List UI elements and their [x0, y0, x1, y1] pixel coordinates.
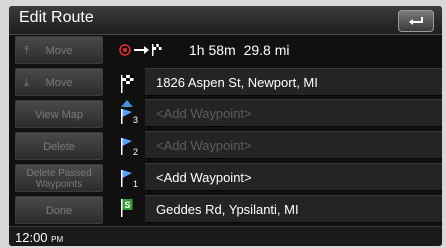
route-duration: 1h 58m	[189, 42, 236, 58]
route-row-waypoint-1[interactable]: <Add Waypoint>	[145, 163, 442, 191]
done-button[interactable]: Done	[15, 196, 103, 224]
destination-address: 1826 Aspen St, Newport, MI	[156, 75, 318, 90]
view-map-label: View Map	[34, 109, 84, 121]
status-bar: 12:00 PM	[9, 226, 442, 246]
move-down-icon: ⤓	[24, 77, 29, 89]
route-summary-icon	[119, 44, 162, 56]
clock: 12:00 PM	[15, 230, 63, 245]
move-up-button[interactable]: ⤒ Move	[15, 36, 103, 64]
delete-label: Delete	[43, 141, 75, 153]
back-arrow-icon	[409, 17, 423, 25]
add-waypoint-3-label: <Add Waypoint>	[156, 106, 252, 121]
clock-ampm: PM	[51, 235, 64, 244]
waypoint-1-number: 1	[133, 179, 138, 189]
add-waypoint-2-label: <Add Waypoint>	[156, 138, 252, 153]
route-row-start[interactable]: Geddes Rd, Ypsilanti, MI	[145, 195, 442, 223]
waypoint-2-number: 2	[133, 147, 138, 157]
route-row-waypoint-2[interactable]: <Add Waypoint>	[145, 131, 442, 159]
back-button[interactable]	[398, 10, 434, 32]
svg-text:S: S	[125, 200, 131, 210]
navigation-screen: Edit Route ⤒ Move ⤓ Move View Map Delete…	[9, 6, 442, 246]
page-title: Edit Route	[19, 9, 94, 26]
view-map-button[interactable]: View Map	[15, 100, 103, 128]
route-distance: 29.8 mi	[243, 42, 290, 58]
destination-flag-icon	[121, 75, 134, 93]
title-bar: Edit Route	[9, 6, 442, 35]
start-address: Geddes Rd, Ypsilanti, MI	[156, 202, 299, 217]
delete-passed-label: Delete Passed Waypoints	[26, 168, 92, 190]
route-summary: 1h 58m 29.8 mi	[109, 38, 442, 64]
move-up-icon: ⤒	[24, 45, 29, 57]
route-row-destination[interactable]: 1826 Aspen St, Newport, MI	[145, 68, 442, 96]
waypoint-2-flag-icon: 2	[121, 138, 138, 157]
delete-button[interactable]: Delete	[15, 132, 103, 160]
route-stats: 1h 58m 29.8 mi	[189, 42, 290, 58]
clock-time: 12:00	[15, 230, 48, 245]
done-label: Done	[45, 205, 73, 217]
start-flag-icon: S	[121, 199, 133, 217]
delete-passed-waypoints-button[interactable]: Delete Passed Waypoints	[15, 164, 103, 192]
waypoint-3-number: 3	[133, 115, 138, 125]
route-row-waypoint-3[interactable]: <Add Waypoint>	[145, 99, 442, 127]
add-waypoint-1-label: <Add Waypoint>	[156, 170, 252, 185]
waypoint-3-flag-icon: 3	[121, 100, 138, 125]
move-down-button[interactable]: ⤓ Move	[15, 68, 103, 96]
waypoint-1-flag-icon: 1	[121, 170, 138, 189]
